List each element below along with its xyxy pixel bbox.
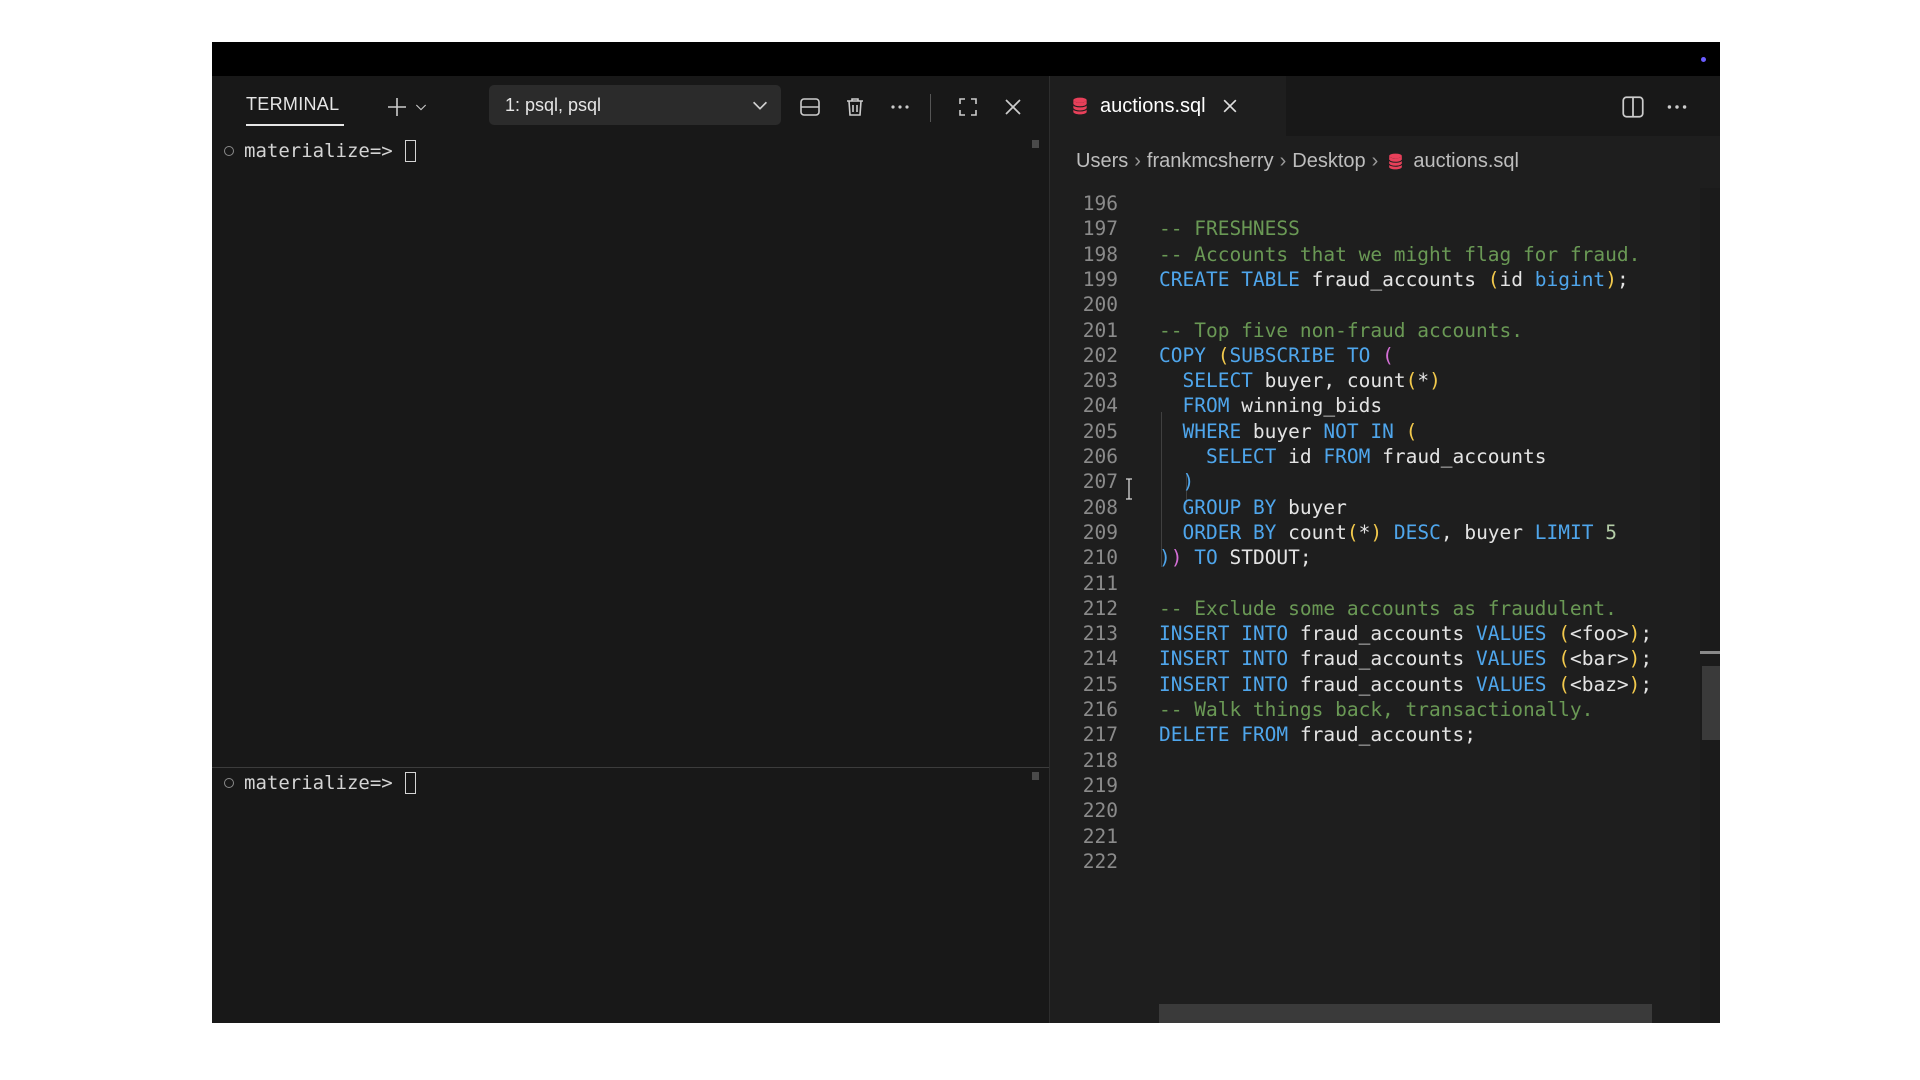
terminal-header: TERMINAL 1: psql, psql xyxy=(212,76,1049,136)
terminal-prompt-line: materialize=> xyxy=(224,140,416,162)
chevron-right-icon: › xyxy=(1371,149,1379,172)
close-icon[interactable] xyxy=(999,93,1027,121)
terminal-cursor xyxy=(404,140,416,162)
tab-terminal[interactable]: TERMINAL xyxy=(246,94,339,115)
terminal-scrollbar[interactable] xyxy=(1032,140,1039,148)
ellipsis-icon[interactable] xyxy=(1664,94,1690,120)
close-icon[interactable] xyxy=(1220,96,1240,116)
text-cursor-icon xyxy=(1126,478,1132,500)
vertical-scrollbar[interactable] xyxy=(1700,188,1720,1023)
trash-icon[interactable] xyxy=(841,93,869,121)
editor-tab-bar: auctions.sql xyxy=(1050,76,1720,136)
breadcrumb-item[interactable]: Desktop xyxy=(1292,150,1365,173)
horizontal-scroll-thumb[interactable] xyxy=(1159,1004,1652,1023)
split-editor-icon[interactable] xyxy=(1620,94,1646,120)
maximize-icon[interactable] xyxy=(954,93,982,121)
title-bar xyxy=(212,42,1720,76)
plus-icon[interactable] xyxy=(383,93,411,121)
terminal-pane-1[interactable]: materialize=> xyxy=(212,136,1049,767)
breadcrumb-item[interactable]: auctions.sql xyxy=(1413,150,1519,173)
database-icon xyxy=(1388,153,1403,169)
editor-panel: auctions.sql Users › frankmcsherry › Des… xyxy=(1050,76,1720,1023)
scrollbar-position-marker xyxy=(1700,651,1720,654)
terminal-cursor xyxy=(404,772,416,794)
prompt-status-circle xyxy=(224,146,234,156)
vertical-scroll-thumb[interactable] xyxy=(1702,666,1720,740)
breadcrumb-item[interactable]: frankmcsherry xyxy=(1147,150,1274,173)
header-divider xyxy=(930,94,931,122)
chevron-right-icon: › xyxy=(1134,149,1141,172)
split-pane-icon[interactable] xyxy=(796,93,824,121)
chevron-down-icon[interactable] xyxy=(410,93,432,121)
database-icon xyxy=(1072,97,1088,115)
status-dot xyxy=(1701,57,1706,62)
code-line[interactable]: 222 xyxy=(1050,846,1690,877)
breadcrumb: Users › frankmcsherry › Desktop › auctio… xyxy=(1076,146,1519,176)
terminal-prompt: materialize=> xyxy=(244,772,393,794)
terminal-session-select[interactable]: 1: psql, psql xyxy=(489,85,781,125)
session-select-value: 1: psql, psql xyxy=(505,94,602,115)
breadcrumb-item[interactable]: Users xyxy=(1076,150,1128,173)
terminal-prompt-line: materialize=> xyxy=(224,772,416,794)
terminal-pane-2[interactable]: materialize=> xyxy=(212,768,1049,1023)
ellipsis-icon[interactable] xyxy=(886,93,914,121)
line-number: 222 xyxy=(1082,849,1118,873)
chevron-down-icon xyxy=(752,101,768,110)
tab-auctions-sql[interactable]: auctions.sql xyxy=(1050,76,1286,136)
terminal-scrollbar[interactable] xyxy=(1032,772,1039,780)
editor-tab-label: auctions.sql xyxy=(1100,94,1206,117)
chevron-right-icon: › xyxy=(1279,149,1287,172)
terminal-prompt: materialize=> xyxy=(244,140,393,162)
terminal-panel: TERMINAL 1: psql, psql materialize=> mat… xyxy=(212,76,1049,1023)
prompt-status-circle xyxy=(224,778,234,788)
active-tab-indicator xyxy=(246,124,344,126)
app-window: TERMINAL 1: psql, psql materialize=> mat… xyxy=(212,42,1720,1023)
